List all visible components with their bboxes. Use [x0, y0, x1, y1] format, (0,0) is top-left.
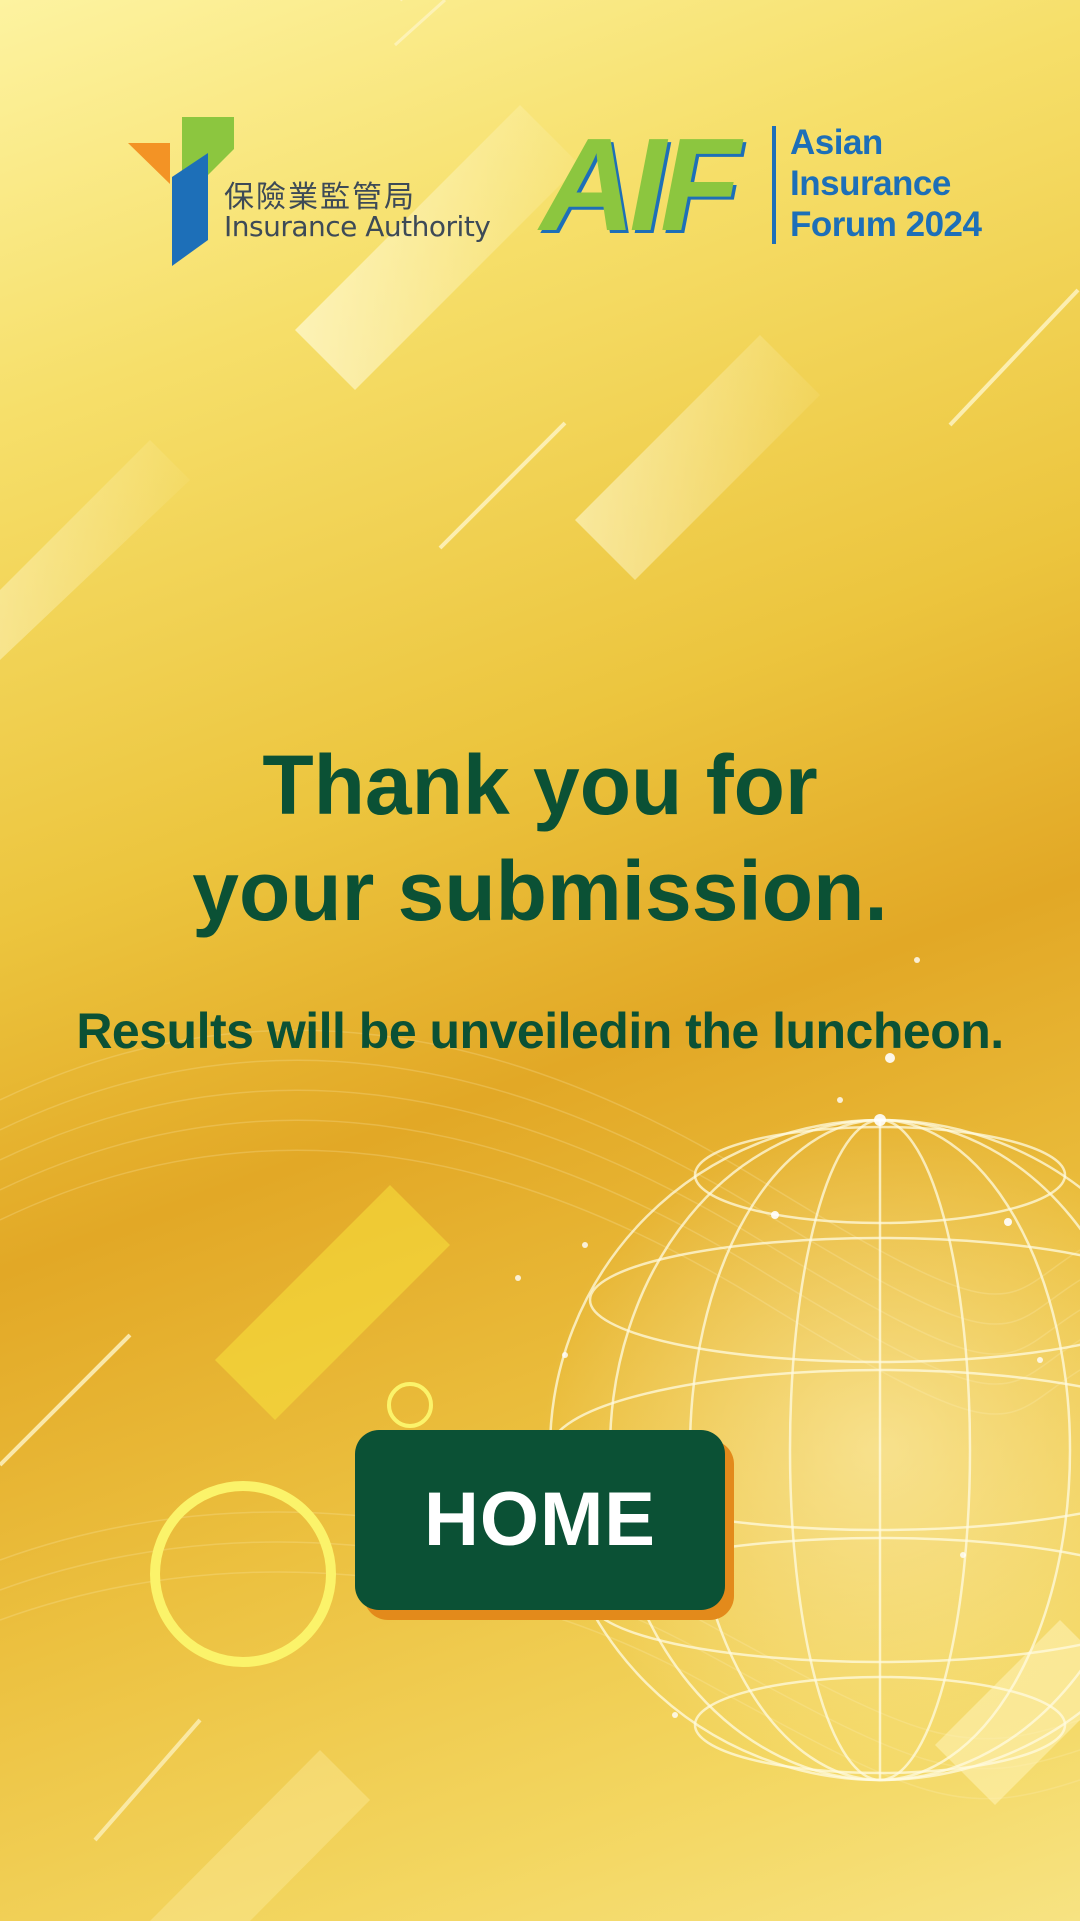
- results-note: Results will be unveiledin the luncheon.: [76, 1003, 1004, 1059]
- insurance-authority-logo: 保險業監管局 Insurance Authority: [128, 112, 491, 272]
- aif-mark: AIF: [540, 111, 741, 258]
- aif-line-forum: Forum 2024: [790, 205, 982, 244]
- light-bar: [0, 440, 190, 660]
- heading-line-1: Thank you for: [262, 738, 818, 832]
- ring-decoration: [387, 1382, 433, 1428]
- light-streak: [393, 0, 447, 47]
- light-streak: [948, 288, 1080, 427]
- asian-insurance-forum-logo: AIF Asian Insurance Forum 2024: [540, 111, 982, 260]
- home-button[interactable]: HOME: [355, 1430, 725, 1610]
- light-streak: [93, 1718, 202, 1842]
- aif-wordmark: Asian Insurance Forum 2024: [790, 122, 982, 245]
- insurance-authority-name-en: Insurance Authority: [224, 210, 491, 243]
- aif-line-insurance: Insurance: [790, 164, 951, 203]
- aif-divider: [772, 126, 776, 244]
- light-streak: [438, 421, 567, 550]
- light-bar: [575, 335, 820, 580]
- heading-line-2: your submission.: [192, 844, 888, 938]
- thank-you-screen: 保險業監管局 Insurance Authority AIF Asian Ins…: [0, 0, 1080, 1921]
- aif-line-asian: Asian: [790, 123, 883, 162]
- thank-you-heading: Thank you for your submission.: [0, 732, 1080, 944]
- insurance-authority-emblem-icon: [128, 117, 234, 266]
- light-streak: [0, 1333, 132, 1467]
- light-bar: [150, 1750, 370, 1921]
- background-decoration: [0, 0, 1080, 1921]
